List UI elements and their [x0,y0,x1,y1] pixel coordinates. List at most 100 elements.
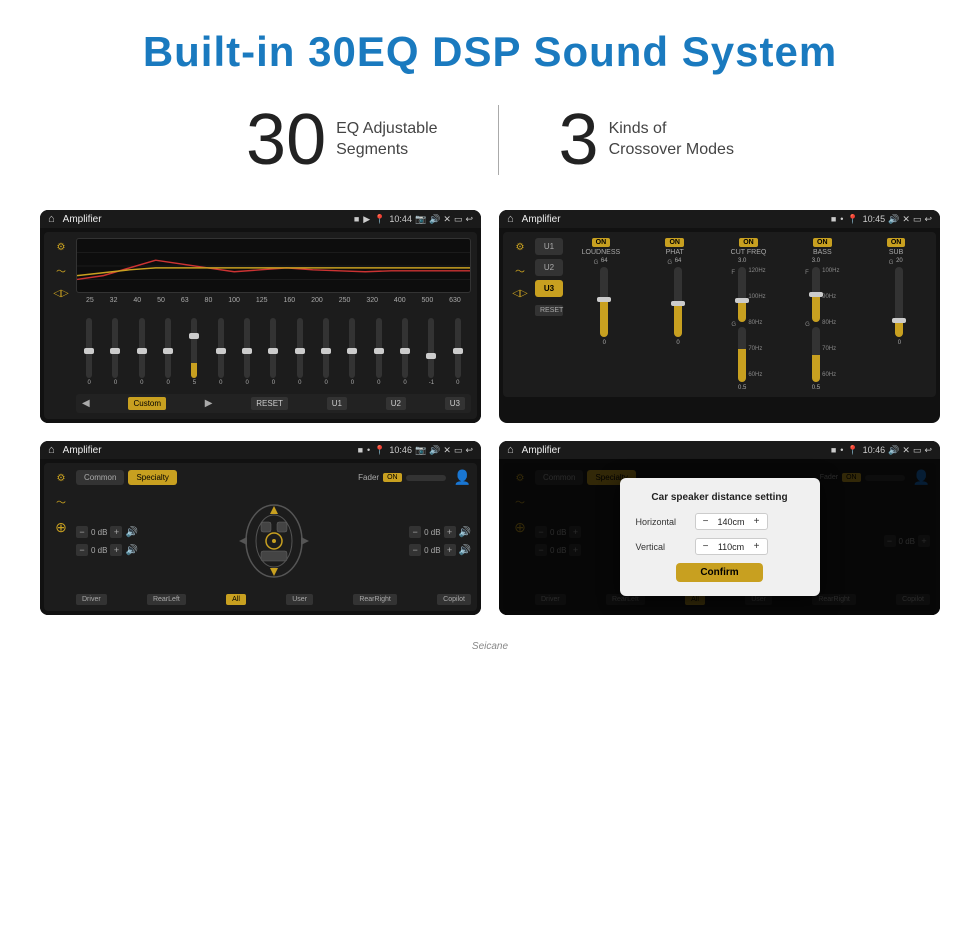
back-icon-3[interactable]: ↩ [465,445,473,456]
common-tab3[interactable]: Common [76,470,124,485]
next-icon[interactable]: ▶ [205,398,213,409]
fader-slider3[interactable] [406,475,446,481]
eq-slider-15[interactable]: 0 [455,318,461,386]
screen2-card: ⌂ Amplifier ■ • 📍 10:45 🔊 ✕ ▭ ↩ ⚙ [499,210,940,423]
horizontal-value: 140cm [714,517,749,527]
distance-dialog: Car speaker distance setting Horizontal … [620,478,820,596]
left-top-plus[interactable]: + [110,526,122,538]
close-icon-2: ✕ [902,214,910,225]
eq-slider-14[interactable]: -1 [428,318,434,386]
right-top-minus[interactable]: − [409,526,421,538]
right-bot-val: 0 dB [424,546,440,555]
all-btn3[interactable]: All [226,594,246,605]
screen1-right-icons: 10:44 📷 🔊 ✕ ▭ ↩ [389,214,473,225]
window-icon-2: ▭ [913,214,922,225]
driver-btn3[interactable]: Driver [76,594,107,605]
custom-btn[interactable]: Custom [128,397,166,410]
vertical-plus[interactable]: + [751,541,763,552]
record-icon-3: ■ [358,445,363,455]
home-icon[interactable]: ⌂ [48,213,55,225]
eq-sidebar-icon2[interactable]: 〜 [56,263,66,278]
fader-on3[interactable]: ON [383,473,402,482]
u3-btn[interactable]: U3 [445,397,465,410]
pin-icon-2: 📍 [847,214,858,225]
close-icon-4: ✕ [902,445,910,456]
prev-icon[interactable]: ◀ [82,398,90,409]
rear-left-btn3[interactable]: RearLeft [147,594,186,605]
vertical-row: Vertical − 110cm + [636,538,804,555]
right-bot-minus[interactable]: − [409,544,421,556]
eq-slider-13[interactable]: 0 [402,318,408,386]
right-top-plus[interactable]: + [444,526,456,538]
sub-name: SUB [889,249,903,256]
home-icon-2[interactable]: ⌂ [507,213,514,225]
eq-slider-2[interactable]: 0 [112,318,118,386]
back-icon-4[interactable]: ↩ [924,445,932,456]
reset-btn1[interactable]: RESET [251,397,288,410]
eq-slider-12[interactable]: 0 [376,318,382,386]
amp3-sidebar: ⚙ 〜 ⊕ [50,469,72,605]
back-icon-2[interactable]: ↩ [924,214,932,225]
cutfreq-on[interactable]: ON [739,238,758,247]
u2-crossover-btn[interactable]: U2 [535,259,563,276]
rear-right-btn3[interactable]: RearRight [353,594,397,605]
vertical-minus[interactable]: − [700,541,712,552]
eq-number: 30 [246,104,326,176]
bass-on[interactable]: ON [813,238,832,247]
eq-slider-6[interactable]: 0 [218,318,224,386]
confirm-button[interactable]: Confirm [676,563,762,582]
vertical-input-group: − 110cm + [695,538,768,555]
amp-screen4: ⚙ 〜 ⊕ Common Specialty Fader ON 👤 [499,459,940,615]
home-icon-3[interactable]: ⌂ [48,444,55,456]
header-section: Built-in 30EQ DSP Sound System [0,0,980,94]
left-top-minus[interactable]: − [76,526,88,538]
u-buttons-col: U1 U2 U3 RESET [535,238,563,391]
crossover-stat: 3 Kinds ofCrossover Modes [499,104,794,176]
eq-slider-8[interactable]: 0 [270,318,276,386]
volume-icon-3: 🔊 [429,445,440,456]
home-icon-4[interactable]: ⌂ [507,444,514,456]
eq-sidebar-icon3[interactable]: ◁▷ [53,288,68,299]
specialty-tab3[interactable]: Specialty [128,470,176,485]
person-icon3[interactable]: 👤 [454,469,471,486]
back-icon[interactable]: ↩ [465,214,473,225]
page-container: Built-in 30EQ DSP Sound System 30 EQ Adj… [0,0,980,654]
amp-main3: ⚙ 〜 ⊕ Common Specialty Fader ON 👤 [44,463,477,611]
eq-stat: 30 EQ AdjustableSegments [186,104,498,176]
close-icon: ✕ [443,214,451,225]
amp3-icon1[interactable]: ⚙ [57,473,66,484]
horizontal-plus[interactable]: + [751,516,763,527]
amp3-top-row: Common Specialty Fader ON 👤 [76,469,471,486]
sub-on[interactable]: ON [887,238,906,247]
eq-slider-4[interactable]: 0 [165,318,171,386]
left-bot-plus[interactable]: + [110,544,122,556]
eq-sliders: 0 0 0 0 [76,308,471,388]
eq-slider-5[interactable]: 5 [191,318,197,386]
horizontal-minus[interactable]: − [700,516,712,527]
eq-slider-7[interactable]: 0 [244,318,250,386]
copilot-btn3[interactable]: Copilot [437,594,471,605]
phat-on[interactable]: ON [665,238,684,247]
cross-sidebar-icon3[interactable]: ◁▷ [512,288,527,299]
watermark-text: Seicane [472,641,508,652]
left-bot-minus[interactable]: − [76,544,88,556]
eq-slider-11[interactable]: 0 [349,318,355,386]
right-bot-plus[interactable]: + [444,544,456,556]
u3-crossover-btn[interactable]: U3 [535,280,563,297]
loudness-on[interactable]: ON [592,238,611,247]
amp3-icon3[interactable]: ⊕ [55,519,67,536]
eq-slider-10[interactable]: 0 [323,318,329,386]
loudness-name: LOUDNESS [582,249,621,256]
cross-sidebar-icon1[interactable]: ⚙ [516,242,525,253]
eq-slider-3[interactable]: 0 [139,318,145,386]
user-btn3[interactable]: User [286,594,313,605]
eq-slider-1[interactable]: 0 [86,318,92,386]
u2-btn[interactable]: U2 [386,397,406,410]
amp3-icon2[interactable]: 〜 [56,494,66,509]
cross-sidebar-icon2[interactable]: 〜 [515,263,525,278]
eq-slider-9[interactable]: 0 [297,318,303,386]
u1-btn[interactable]: U1 [327,397,347,410]
eq-sidebar-icon1[interactable]: ⚙ [57,242,66,253]
reset-crossover-btn[interactable]: RESET [535,305,563,316]
u1-crossover-btn[interactable]: U1 [535,238,563,255]
